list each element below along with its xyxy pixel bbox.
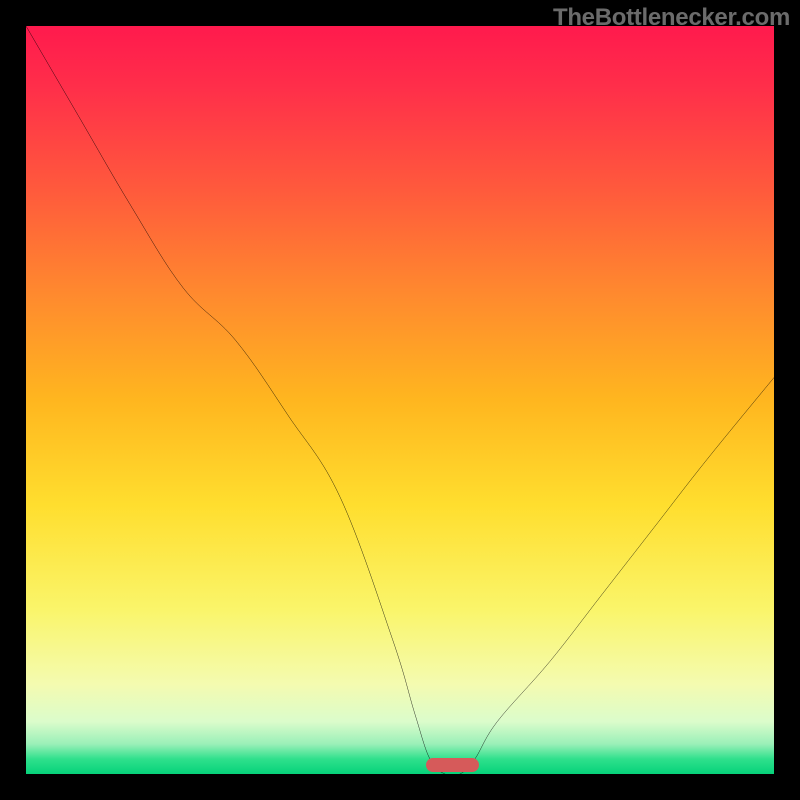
bottleneck-curve <box>26 26 774 774</box>
optimal-range-marker <box>426 758 478 772</box>
plot-area <box>26 26 774 774</box>
watermark-text: TheBottlenecker.com <box>553 4 790 32</box>
chart-frame: TheBottlenecker.com <box>0 0 800 800</box>
